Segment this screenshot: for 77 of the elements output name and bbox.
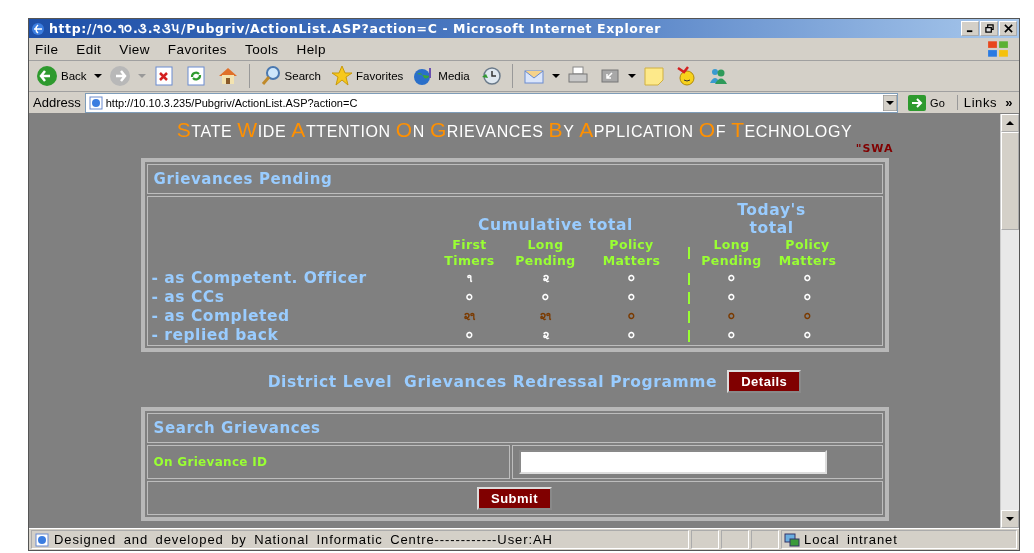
table-cell-text: ૦ xyxy=(627,310,636,323)
table-cell-text: ૦ xyxy=(803,291,812,304)
search-icon xyxy=(259,65,282,87)
table-cell-text: ૦ xyxy=(803,329,812,342)
restore-button[interactable] xyxy=(980,21,998,36)
search-button[interactable]: Search xyxy=(256,65,324,87)
column-header: First Timers xyxy=(443,237,496,269)
scroll-up-button[interactable] xyxy=(1001,114,1019,132)
page-heading: STATE WIDE ATTENTION ON GRIEVANCES BY APPLICATION OF TECHNOLOGY xyxy=(176,118,853,142)
column-header: Policy Matters xyxy=(601,237,662,269)
minimize-button[interactable] xyxy=(961,21,979,36)
menu-item[interactable]: Help xyxy=(296,41,326,57)
table-cell-text: ૦ xyxy=(627,329,636,342)
dropdown-arrow-icon[interactable] xyxy=(627,72,636,80)
network-icon xyxy=(784,532,800,547)
table-cell-text: ૧ xyxy=(466,272,473,285)
media-button[interactable]: Media xyxy=(410,65,473,87)
table-cell-text: ૦ xyxy=(627,291,636,304)
table-cell-text: ૦ xyxy=(541,291,550,304)
table-cell-text: ૦ xyxy=(465,329,474,342)
menu-item[interactable]: View xyxy=(119,41,150,57)
submit-button[interactable]: Submit xyxy=(476,486,553,510)
group-heading: Cumulative total xyxy=(477,215,634,234)
close-button[interactable] xyxy=(999,21,1017,36)
column-header: Long Pending xyxy=(514,237,577,269)
table-cell-text: ૦ xyxy=(465,291,474,304)
windows-logo-icon xyxy=(987,40,1009,58)
note-icon xyxy=(642,65,665,87)
status-text: Designed and developed by National Informatic Centre------------User:AH xyxy=(54,532,553,547)
address-label: Address xyxy=(33,95,81,110)
column-header: Long Pending xyxy=(700,237,763,269)
column-header: Policy Matters xyxy=(777,237,838,269)
up-arrow-icon xyxy=(1006,119,1014,127)
restore-icon xyxy=(984,24,994,33)
window-title: http://૧૦.૧૦.૩.૨૩૫/Pubgriv/ActionList.ASP?action=C - Microsoft Internet Explorer xyxy=(49,20,663,37)
panel-title: Grievances Pending xyxy=(153,170,333,188)
close-icon xyxy=(1003,24,1013,33)
table-cell-text: ૨ xyxy=(541,272,550,285)
back-button[interactable]: Back xyxy=(33,65,90,87)
menu-item[interactable]: File xyxy=(35,41,59,57)
table-cell-text: ૦ xyxy=(727,291,736,304)
tagline: "SWA xyxy=(855,142,894,157)
page-icon xyxy=(88,95,103,110)
table-cell-text: ૨૧ xyxy=(463,310,476,323)
star-icon xyxy=(331,65,353,87)
details-button[interactable]: Details xyxy=(727,370,802,393)
table-cell-text: ૦ xyxy=(727,329,736,342)
refresh-icon xyxy=(184,65,207,87)
table-cell-text: ૦ xyxy=(627,272,636,285)
dropdown-button[interactable] xyxy=(883,94,898,111)
scrollbar[interactable] xyxy=(1000,114,1019,528)
grievance-id-field[interactable] xyxy=(518,450,827,474)
table-cell-text: ૦ xyxy=(727,310,736,323)
down-arrow-icon xyxy=(1006,515,1014,523)
menu-item[interactable]: Edit xyxy=(76,41,102,57)
field-label: On Grievance ID xyxy=(153,455,268,469)
panel-title: Search Grievances xyxy=(153,419,321,437)
menu-item[interactable]: Favorites xyxy=(167,41,227,57)
table-cell-text: ૨૧ xyxy=(539,310,552,323)
programme-title: District Level Grievances Redressal Programme xyxy=(267,372,718,391)
group-heading: Today's total xyxy=(736,201,807,237)
links-button[interactable]: Links » xyxy=(956,95,1019,110)
stop-icon xyxy=(152,65,175,87)
browser-icon xyxy=(31,21,45,36)
menu-item[interactable]: Tools xyxy=(245,41,279,57)
dropdown-arrow-icon[interactable] xyxy=(93,72,102,80)
address-field[interactable]: http://10.10.3.235/Pubgriv/ActionList.ASP?action=C xyxy=(84,92,899,113)
scroll-thumb[interactable] xyxy=(1001,132,1019,230)
table-cell-text: ૦ xyxy=(803,272,812,285)
favorites-button[interactable]: Favorites xyxy=(328,65,407,87)
table-cell-text: ૨ xyxy=(541,329,550,342)
dropdown-arrow-icon[interactable] xyxy=(551,72,560,80)
scroll-down-button[interactable] xyxy=(1001,510,1019,528)
zone-text: Local intranet xyxy=(804,532,898,547)
go-button[interactable]: Go xyxy=(902,93,951,112)
table-cell-text: ૦ xyxy=(803,310,812,323)
table-cell-text: ૦ xyxy=(727,272,736,285)
